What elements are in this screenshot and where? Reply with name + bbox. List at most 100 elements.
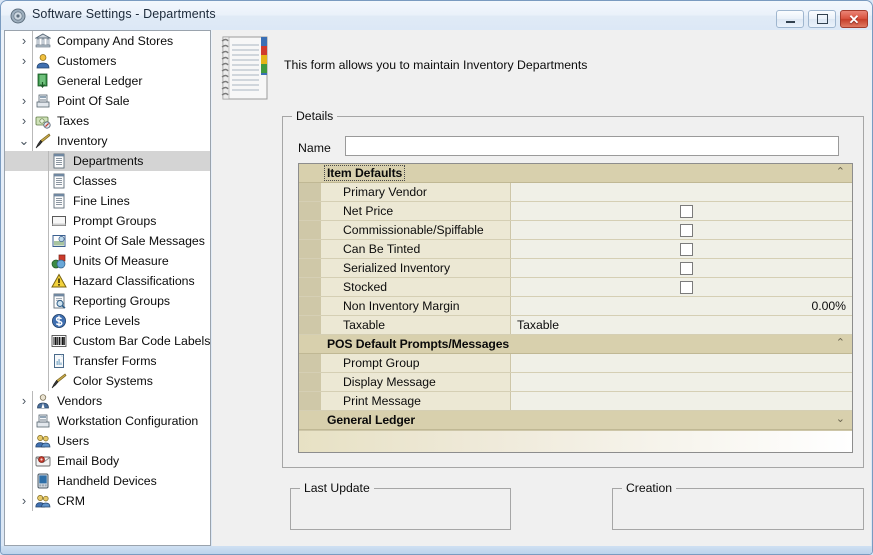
- sidebar-item-label: Fine Lines: [73, 194, 130, 208]
- paintbrush-icon: [51, 373, 67, 389]
- maximize-icon: [809, 11, 835, 27]
- property-grid[interactable]: Item Defaults ⌃ Primary Vendor Net Price Com…: [298, 163, 853, 453]
- dollar-sign-icon: [52, 314, 66, 328]
- sidebar-item-transfer-forms[interactable]: Transfer Forms: [5, 351, 210, 371]
- form-content-pane: This form allows you to maintain Invento…: [212, 30, 872, 554]
- grid-row-checkbox[interactable]: [680, 224, 693, 237]
- sidebar-item-workstation-configuration[interactable]: Workstation Configuration: [5, 411, 210, 431]
- chevron-down-icon[interactable]: ⌄: [836, 412, 845, 425]
- sidebar-item-departments[interactable]: Departments: [5, 151, 210, 171]
- grid-row[interactable]: Print Message: [299, 392, 852, 411]
- sidebar-item-label: CRM: [57, 494, 86, 508]
- grid-row-value[interactable]: [512, 392, 852, 410]
- grid-row-value[interactable]: [512, 278, 852, 296]
- handheld-device-icon: [37, 473, 49, 489]
- grid-row-value[interactable]: 0.00%: [512, 297, 852, 315]
- grid-category-general-ledger[interactable]: General Ledger ⌄: [299, 411, 852, 430]
- grid-row[interactable]: Display Message: [299, 373, 852, 392]
- grid-row-label: Net Price: [321, 202, 511, 220]
- sidebar-item-company-and-stores[interactable]: › Company And Stores: [5, 31, 210, 51]
- sidebar-item-label: Email Body: [57, 454, 120, 468]
- grid-row-label: Non Inventory Margin: [321, 297, 511, 315]
- chevron-down-icon[interactable]: ⌄: [17, 133, 31, 149]
- grid-row[interactable]: Net Price: [299, 202, 852, 221]
- chevron-right-icon[interactable]: ›: [17, 31, 31, 51]
- barcode-icon: [51, 335, 67, 347]
- grid-row-value[interactable]: [512, 183, 852, 201]
- sidebar-item-label: Point Of Sale Messages: [73, 234, 205, 248]
- grid-row-checkbox[interactable]: [680, 262, 693, 275]
- settings-tree[interactable]: › Company And Stores › Customers General Led…: [4, 30, 211, 546]
- grid-category-label: POS Default Prompts/Messages: [327, 337, 510, 351]
- grid-row-value[interactable]: [512, 240, 852, 258]
- paintbrush-icon: [35, 133, 51, 149]
- grid-row-label: Serialized Inventory: [321, 259, 511, 277]
- grid-row[interactable]: Primary Vendor: [299, 183, 852, 202]
- sidebar-item-inventory[interactable]: ⌄ Inventory: [5, 131, 210, 151]
- sidebar-item-units-of-measure[interactable]: Units Of Measure: [5, 251, 210, 271]
- document-lines-icon: [53, 173, 65, 189]
- sidebar-item-label: Customers: [57, 54, 117, 68]
- grid-row[interactable]: Non Inventory Margin 0.00%: [299, 297, 852, 316]
- sidebar-item-users[interactable]: Users: [5, 431, 210, 451]
- sidebar-item-color-systems[interactable]: Color Systems: [5, 371, 210, 391]
- sidebar-item-hazard-classifications[interactable]: Hazard Classifications: [5, 271, 210, 291]
- grid-row-value[interactable]: [512, 354, 852, 372]
- sidebar-item-email-body[interactable]: Email Body: [5, 451, 210, 471]
- grid-row[interactable]: Prompt Group: [299, 354, 852, 373]
- chevron-up-icon[interactable]: ⌃: [836, 165, 845, 178]
- grid-category-item-defaults[interactable]: Item Defaults ⌃: [299, 164, 852, 183]
- users-group-icon: [35, 495, 51, 508]
- grid-row-value[interactable]: [512, 202, 852, 220]
- close-button[interactable]: ✕: [840, 10, 868, 28]
- sidebar-item-label: Hazard Classifications: [73, 274, 195, 288]
- grid-row[interactable]: Stocked: [299, 278, 852, 297]
- sidebar-item-customers[interactable]: › Customers: [5, 51, 210, 71]
- sidebar-item-crm[interactable]: › CRM: [5, 491, 210, 511]
- transfer-doc-icon: [54, 354, 64, 368]
- sidebar-item-handheld-devices[interactable]: Handheld Devices: [5, 471, 210, 491]
- sidebar-item-vendors[interactable]: › Vendors: [5, 391, 210, 411]
- grid-row-value[interactable]: [512, 373, 852, 391]
- name-input[interactable]: [345, 136, 839, 156]
- grid-row[interactable]: Taxable Taxable: [299, 316, 852, 335]
- chevron-right-icon[interactable]: ›: [17, 491, 31, 511]
- grid-row-value[interactable]: [512, 259, 852, 277]
- grid-row-checkbox[interactable]: [680, 281, 693, 294]
- sidebar-item-prompt-groups[interactable]: Prompt Groups: [5, 211, 210, 231]
- grid-row-value[interactable]: Taxable: [512, 316, 852, 334]
- sidebar-item-general-ledger[interactable]: General Ledger: [5, 71, 210, 91]
- grid-row-label: Prompt Group: [321, 354, 511, 372]
- sidebar-item-price-levels[interactable]: Price Levels: [5, 311, 210, 331]
- details-legend: Details: [292, 109, 338, 123]
- minimize-button[interactable]: [776, 10, 804, 28]
- grid-row[interactable]: Can Be Tinted: [299, 240, 852, 259]
- chevron-right-icon[interactable]: ›: [17, 391, 31, 411]
- title-bar: Software Settings - Departments ✕: [1, 1, 872, 30]
- sidebar-item-classes[interactable]: Classes: [5, 171, 210, 191]
- grid-row-value[interactable]: [512, 221, 852, 239]
- grid-row[interactable]: Serialized Inventory: [299, 259, 852, 278]
- chevron-right-icon[interactable]: ›: [17, 91, 31, 111]
- name-label: Name: [298, 141, 331, 155]
- sidebar-item-custom-bar-code-labels[interactable]: Custom Bar Code Labels: [5, 331, 210, 351]
- chevron-right-icon[interactable]: ›: [17, 111, 31, 131]
- close-icon: ✕: [848, 11, 860, 27]
- message-window-icon: [52, 235, 66, 247]
- sidebar-item-taxes[interactable]: › Taxes: [5, 111, 210, 131]
- sidebar-item-label: Prompt Groups: [73, 214, 157, 228]
- sidebar-item-fine-lines[interactable]: Fine Lines: [5, 191, 210, 211]
- sidebar-item-point-of-sale[interactable]: › Point Of Sale: [5, 91, 210, 111]
- sidebar-item-reporting-groups[interactable]: Reporting Groups: [5, 291, 210, 311]
- window-bottom-strip: [1, 546, 872, 554]
- grid-row[interactable]: Commissionable/Spiffable: [299, 221, 852, 240]
- chevron-right-icon[interactable]: ›: [17, 51, 31, 71]
- grid-row-checkbox[interactable]: [680, 243, 693, 256]
- grid-category-label: General Ledger: [327, 413, 416, 427]
- maximize-button[interactable]: [808, 10, 836, 28]
- chevron-up-icon[interactable]: ⌃: [836, 336, 845, 349]
- grid-row-checkbox[interactable]: [680, 205, 693, 218]
- sidebar-item-label: Point Of Sale: [57, 94, 130, 108]
- sidebar-item-point-of-sale-messages[interactable]: Point Of Sale Messages: [5, 231, 210, 251]
- grid-category-pos-default-prompts-messages[interactable]: POS Default Prompts/Messages ⌃: [299, 335, 852, 354]
